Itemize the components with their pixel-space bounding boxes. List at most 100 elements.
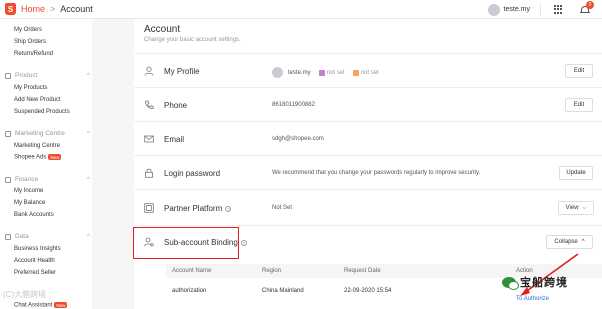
phone-row: Phone 8618011900882 Edit <box>134 87 602 121</box>
password-label: Login password <box>164 169 221 178</box>
notset-text: not set <box>326 69 345 76</box>
notification-bell-icon[interactable]: 0 <box>580 1 594 15</box>
dropdown-label: View <box>565 205 579 211</box>
shopee-logo-icon[interactable]: S <box>5 3 16 15</box>
sidebar-item-account-health[interactable]: Account Health <box>14 258 55 264</box>
gender-icon <box>318 69 325 76</box>
cell-account-name: authorization <box>172 288 207 294</box>
header-account-name: Account Name <box>172 268 212 274</box>
user-icon <box>144 66 154 76</box>
data-icon <box>5 233 11 240</box>
partner-row: Partner Platform? Not Set View ⌵ <box>134 189 602 225</box>
sidebar-item-add-new-product[interactable]: Add New Product <box>14 97 61 103</box>
phone-icon <box>145 100 154 109</box>
sidebar-item-label: Chat Assistant <box>14 302 53 309</box>
breadcrumb-separator: > <box>50 4 56 14</box>
sidebar-item-ship-orders[interactable]: Ship Orders <box>14 39 46 45</box>
top-bar: S Home > Account teste.my 0 <box>0 0 602 19</box>
password-hint: We recommend that you change your passwo… <box>272 170 481 176</box>
profile-edit-button[interactable]: Edit <box>565 64 593 78</box>
wechat-icon <box>502 276 519 290</box>
profile-avatar <box>272 67 283 78</box>
marketing-icon <box>5 130 11 137</box>
page-title: Account <box>144 24 181 35</box>
partner-value: Not Set <box>272 205 293 211</box>
chevron-up-icon: ^ <box>87 176 90 183</box>
sidebar-item-my-income[interactable]: My Income <box>14 188 43 194</box>
subaccount-collapse-button[interactable]: Collapse ^ <box>546 235 593 249</box>
breadcrumb-home-link[interactable]: Home <box>21 4 45 14</box>
chevron-up-icon: ^ <box>87 72 90 79</box>
help-icon[interactable]: ? <box>225 205 232 212</box>
profile-notset-1: not set <box>318 69 345 76</box>
email-label: Email <box>164 135 185 144</box>
phone-label: Phone <box>164 101 188 110</box>
breadcrumb-current: Account <box>60 4 93 14</box>
sidebar-item-return-refund[interactable]: Return/Refund <box>14 51 53 57</box>
highlight-box <box>133 227 239 259</box>
notset-text: not set <box>360 69 379 76</box>
sidebar-item-suspended-products[interactable]: Suspended Products <box>14 109 70 115</box>
profile-name: teste.my <box>288 69 311 76</box>
user-name[interactable]: teste.my <box>504 6 530 13</box>
cell-request-date: 22-09-2020 15:54 <box>344 288 392 294</box>
sidebar-section-product[interactable]: Product ^ <box>5 72 90 79</box>
watermark-text: 宝船跨境 <box>520 277 568 289</box>
sidebar-item-chat-assistant[interactable]: Chat Assistant New <box>14 302 68 309</box>
watermark-left: (C)大鹏跨境 <box>3 290 47 299</box>
sidebar: My Orders Ship Orders Return/Refund Prod… <box>0 19 92 309</box>
sidebar-item-my-products[interactable]: My Products <box>14 85 47 91</box>
sidebar-item-shopee-ads[interactable]: Shopee Ads New <box>14 154 62 161</box>
sidebar-item-marketing-centre[interactable]: Marketing Centre <box>14 143 60 149</box>
product-icon <box>5 72 11 79</box>
email-row: Email sdgh@shopee.com <box>134 121 602 155</box>
password-update-button[interactable]: Update <box>559 166 593 180</box>
header-request-date: Request Date <box>344 268 381 274</box>
cell-region: China Mainland <box>262 288 304 294</box>
partner-view-dropdown[interactable]: View ⌵ <box>558 201 594 215</box>
sidebar-item-bank-accounts[interactable]: Bank Accounts <box>14 212 54 218</box>
sidebar-item-preferred-seller[interactable]: Preferred Seller <box>14 270 56 276</box>
watermark-right: 宝船跨境 <box>502 274 568 290</box>
finance-icon <box>5 176 11 183</box>
password-row: Login password We recommend that you cha… <box>134 155 602 189</box>
sidebar-section-label: Finance <box>15 176 39 183</box>
sidebar-section-label: Product <box>15 72 38 79</box>
lock-icon <box>145 168 153 178</box>
chevron-down-icon: ⌵ <box>582 205 587 211</box>
mail-icon <box>144 135 154 143</box>
birthday-icon <box>352 69 359 76</box>
help-icon[interactable]: ? <box>240 239 247 246</box>
sidebar-section-label: Marketing Centre <box>15 130 65 137</box>
email-value: sdgh@shopee.com <box>272 136 324 142</box>
partner-label-text: Partner Platform <box>164 204 223 213</box>
phone-value: 8618011900882 <box>272 102 315 108</box>
new-badge: New <box>48 154 62 160</box>
partner-platform-icon <box>144 203 154 213</box>
apps-grid-icon[interactable] <box>554 5 563 14</box>
profile-value: teste.my not set not set <box>272 67 379 78</box>
divider <box>540 3 541 16</box>
phone-edit-button[interactable]: Edit <box>565 98 593 112</box>
sidebar-section-label: Data <box>15 233 29 240</box>
sidebar-item-my-orders[interactable]: My Orders <box>14 27 42 33</box>
sidebar-item-business-insights[interactable]: Business Insights <box>14 246 61 252</box>
button-label: Collapse <box>554 239 578 245</box>
user-avatar[interactable] <box>487 3 500 16</box>
profile-notset-2: not set <box>352 69 379 76</box>
sidebar-section-marketing[interactable]: Marketing Centre ^ <box>5 130 90 137</box>
page-subtitle: Change your basic account settings. <box>144 37 241 43</box>
sidebar-section-finance[interactable]: Finance ^ <box>5 176 90 183</box>
sidebar-section-data[interactable]: Data ^ <box>5 233 90 240</box>
partner-label: Partner Platform? <box>164 204 232 213</box>
header-region: Region <box>262 268 282 274</box>
new-badge: New <box>54 302 68 308</box>
sidebar-item-my-balance[interactable]: My Balance <box>14 200 45 206</box>
to-authorize-link[interactable]: To Authorize <box>516 296 549 302</box>
profile-row: My Profile teste.my not set not set Edit <box>134 53 602 87</box>
sidebar-item-label: Shopee Ads <box>14 154 47 161</box>
profile-label: My Profile <box>164 67 200 76</box>
notification-count-badge: 0 <box>586 1 594 9</box>
chevron-up-icon: ^ <box>87 233 90 240</box>
chevron-up-icon: ^ <box>581 239 585 245</box>
